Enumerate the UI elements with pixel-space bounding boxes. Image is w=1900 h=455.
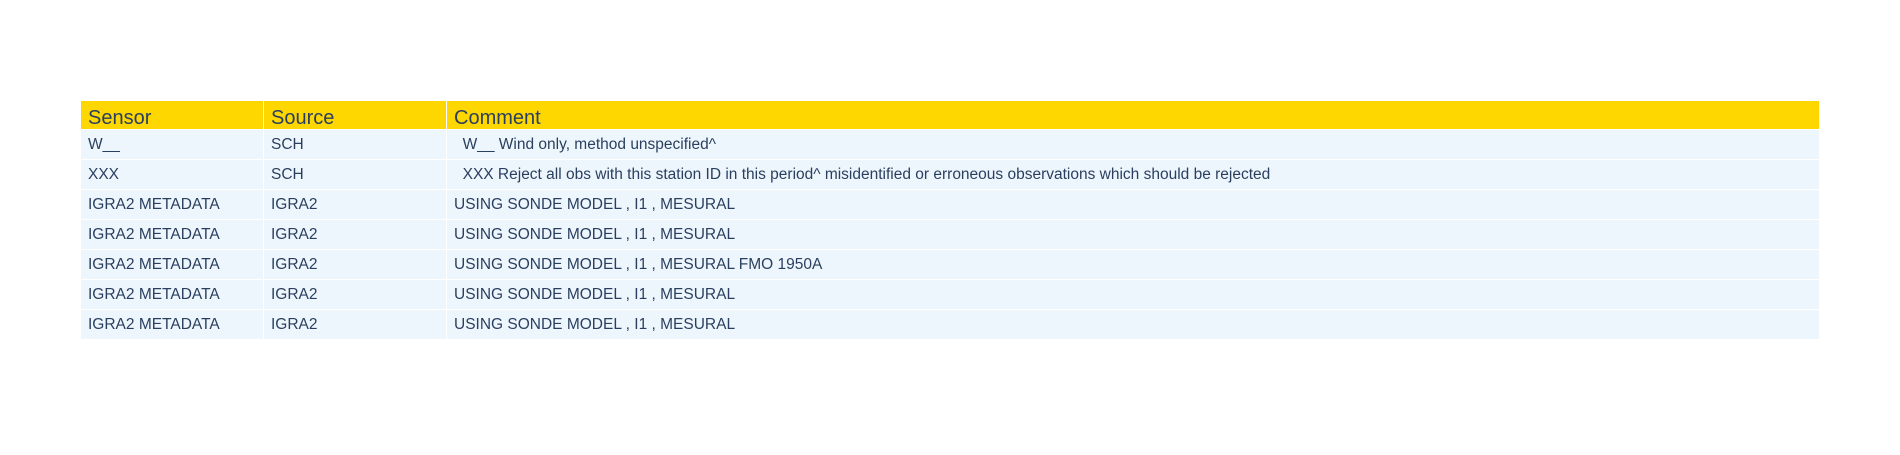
comment-cell: USING SONDE MODEL , I1 , MESURAL FMO 195…	[447, 250, 1819, 279]
source-cell: SCH	[264, 160, 446, 189]
comment-cell: USING SONDE MODEL , I1 , MESURAL	[447, 190, 1819, 219]
table-row: IGRA2 METADATA IGRA2 USING SONDE MODEL ,…	[81, 220, 1819, 249]
sensor-cell: IGRA2 METADATA	[81, 220, 263, 249]
source-cell: IGRA2	[264, 280, 446, 309]
source-cell: IGRA2	[264, 190, 446, 219]
sensor-table: Sensor Source Comment W__ SCH W__ Wind o…	[80, 100, 1820, 340]
comment-cell: W__ Wind only, method unspecified^	[447, 130, 1819, 159]
metadata-table: Sensor Source Comment W__ SCH W__ Wind o…	[80, 100, 1820, 340]
table-row: IGRA2 METADATA IGRA2 USING SONDE MODEL ,…	[81, 190, 1819, 219]
comment-cell: USING SONDE MODEL , I1 , MESURAL	[447, 220, 1819, 249]
sensor-cell: IGRA2 METADATA	[81, 310, 263, 339]
table-row: W__ SCH W__ Wind only, method unspecifie…	[81, 130, 1819, 159]
table-row: IGRA2 METADATA IGRA2 USING SONDE MODEL ,…	[81, 250, 1819, 279]
header-row: Sensor Source Comment	[81, 101, 1819, 129]
sensor-cell: IGRA2 METADATA	[81, 190, 263, 219]
header-sensor: Sensor	[81, 101, 263, 129]
source-cell: IGRA2	[264, 250, 446, 279]
source-cell: SCH	[264, 130, 446, 159]
comment-cell: USING SONDE MODEL , I1 , MESURAL	[447, 280, 1819, 309]
sensor-cell: IGRA2 METADATA	[81, 250, 263, 279]
header-source: Source	[264, 101, 446, 129]
table-row: IGRA2 METADATA IGRA2 USING SONDE MODEL ,…	[81, 280, 1819, 309]
sensor-cell: IGRA2 METADATA	[81, 280, 263, 309]
sensor-cell: W__	[81, 130, 263, 159]
comment-cell: USING SONDE MODEL , I1 , MESURAL	[447, 310, 1819, 339]
source-cell: IGRA2	[264, 220, 446, 249]
header-comment: Comment	[447, 101, 1819, 129]
sensor-cell: XXX	[81, 160, 263, 189]
comment-cell: XXX Reject all obs with this station ID …	[447, 160, 1819, 189]
source-cell: IGRA2	[264, 310, 446, 339]
table-row: IGRA2 METADATA IGRA2 USING SONDE MODEL ,…	[81, 310, 1819, 339]
table-row: XXX SCH XXX Reject all obs with this sta…	[81, 160, 1819, 189]
